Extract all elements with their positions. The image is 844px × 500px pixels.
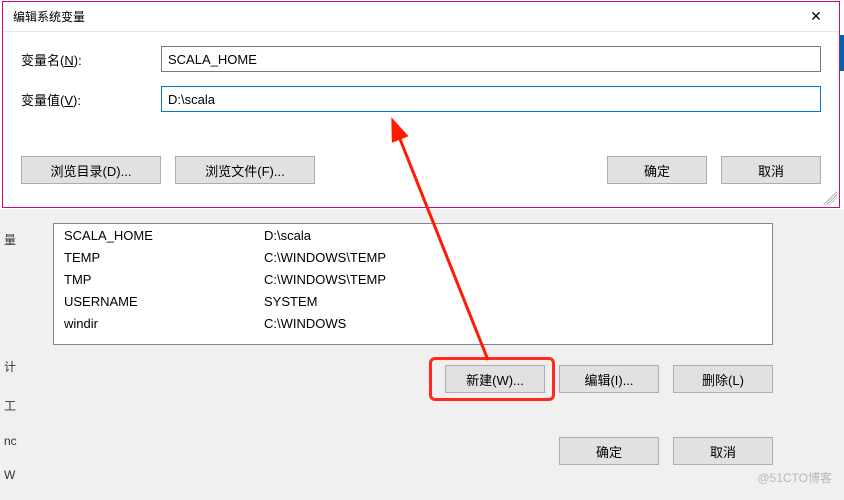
- resize-grip-icon[interactable]: [823, 191, 837, 205]
- edit-variable-dialog: 编辑系统变量 ✕ 变量名(N): 变量值(V): 浏览目录(D)... 浏览文件…: [2, 1, 840, 208]
- variable-value-label: 变量值(V):: [21, 90, 161, 109]
- env-var-list[interactable]: SCALA_HOMED:\scala TEMPC:\WINDOWS\TEMP T…: [53, 223, 773, 345]
- browse-directory-button[interactable]: 浏览目录(D)...: [21, 156, 161, 184]
- new-button[interactable]: 新建(W)...: [445, 365, 545, 393]
- left-truncated-text: 量 计 工 nc W: [0, 209, 28, 500]
- ok2-button[interactable]: 确定: [559, 437, 659, 465]
- cancel-button[interactable]: 取消: [721, 156, 821, 184]
- table-row: SCALA_HOMED:\scala: [54, 224, 772, 246]
- edit-button[interactable]: 编辑(I)...: [559, 365, 659, 393]
- watermark: @51CTO博客: [757, 469, 832, 486]
- ok-button[interactable]: 确定: [607, 156, 707, 184]
- cancel2-button[interactable]: 取消: [673, 437, 773, 465]
- delete-button[interactable]: 删除(L): [673, 365, 773, 393]
- system-variables-panel: SCALA_HOMED:\scala TEMPC:\WINDOWS\TEMP T…: [0, 209, 844, 500]
- variable-name-input[interactable]: [161, 46, 821, 72]
- table-row: USERNAMESYSTEM: [54, 290, 772, 312]
- variable-value-input[interactable]: [161, 86, 821, 112]
- close-icon[interactable]: ✕: [793, 2, 839, 32]
- dialog-title: 编辑系统变量: [13, 8, 85, 25]
- table-row: windirC:\WINDOWS: [54, 312, 772, 334]
- table-row: TEMPC:\WINDOWS\TEMP: [54, 246, 772, 268]
- table-row: TMPC:\WINDOWS\TEMP: [54, 268, 772, 290]
- browse-file-button[interactable]: 浏览文件(F)...: [175, 156, 315, 184]
- variable-name-label: 变量名(N):: [21, 50, 161, 69]
- titlebar: 编辑系统变量 ✕: [3, 2, 839, 32]
